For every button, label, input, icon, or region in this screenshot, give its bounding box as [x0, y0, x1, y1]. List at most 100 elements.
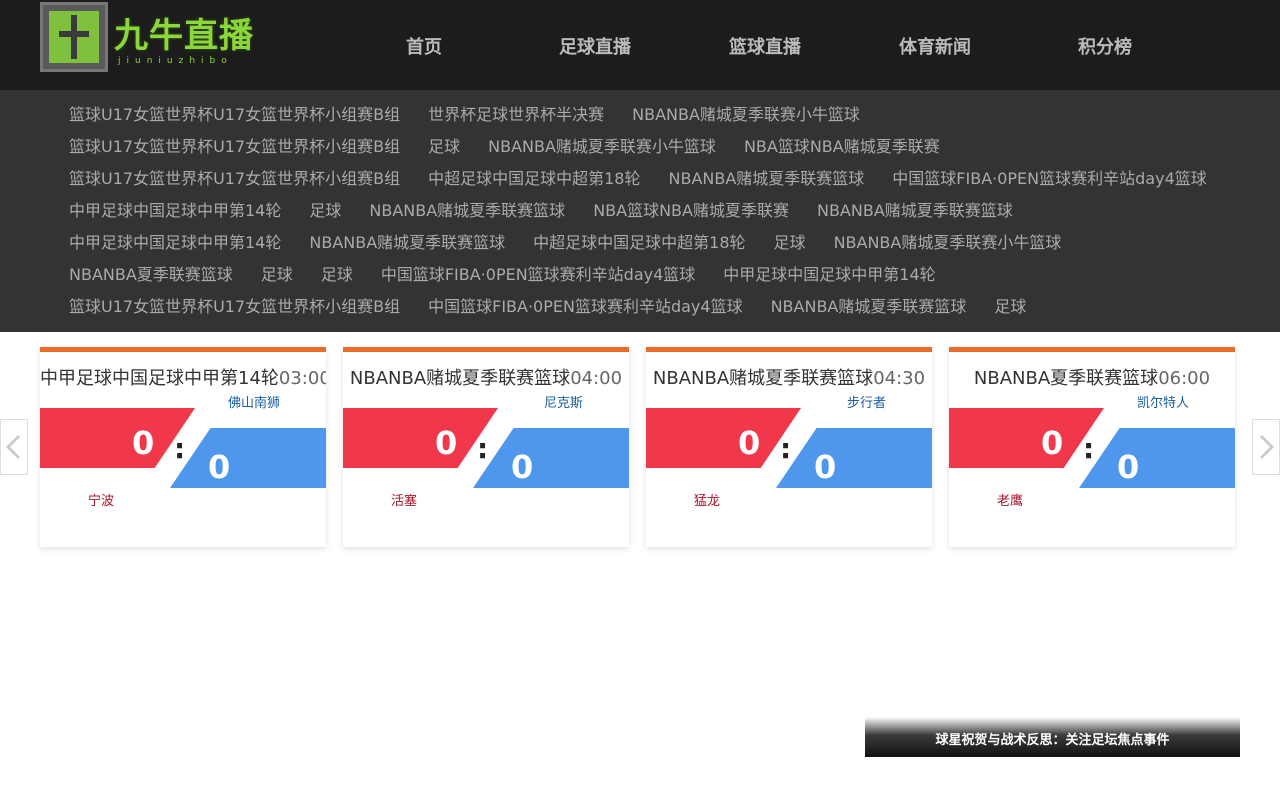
away-team-name: 尼克斯 [543, 396, 583, 411]
tag-link[interactable]: 世界杯足球世界杯半决赛 [428, 99, 604, 131]
logo-icon [40, 2, 108, 72]
nav-home[interactable]: 首页 [406, 33, 442, 59]
tag-link[interactable]: 中甲足球中国足球中甲第14轮 [69, 195, 281, 227]
main-nav: 首页 足球直播 篮球直播 体育新闻 积分榜 [340, 0, 1190, 90]
tag-link[interactable]: NBANBA赌城夏季联赛篮球 [771, 291, 967, 323]
score-separator: : [174, 432, 186, 465]
banner-headline: 球星祝贺与战术反思：关注足坛焦点事件 [935, 733, 1170, 748]
home-score: 0 [738, 424, 761, 462]
home-score-bar [40, 408, 195, 468]
nav-football-live[interactable]: 足球直播 [559, 33, 631, 59]
nav-sports-news[interactable]: 体育新闻 [899, 33, 971, 59]
tag-row: 篮球U17女篮世界杯U17女篮世界杯小组赛B组 足球 NBANBA赌城夏季联赛小牛篮… [69, 131, 968, 163]
tag-row: 篮球U17女篮世界杯U17女篮世界杯小组赛B组 中国篮球FIBA·0PEN篮球赛利… [69, 291, 1054, 323]
match-title: NBANBA赌城夏季联赛篮球04:00 [343, 364, 629, 390]
tag-link[interactable]: NBANBA赌城夏季联赛小牛篮球 [632, 99, 860, 131]
tag-link[interactable]: 中国篮球FIBA·0PEN篮球赛利辛站day4篮球 [892, 163, 1206, 195]
match-league: NBANBA夏季联赛篮球 [973, 368, 1159, 389]
away-team-name: 步行者 [846, 396, 886, 411]
match-league: 中甲足球中国足球中甲第14轮 [40, 368, 279, 389]
match-title: 中甲足球中国足球中甲第14轮03:00 [40, 364, 326, 390]
home-team-name: 老鹰 [997, 494, 1024, 509]
carousel-prev-button[interactable] [0, 419, 28, 475]
news-banner[interactable]: 球星祝贺与战术反思：关注足坛焦点事件 [865, 717, 1240, 757]
match-time: 04:00 [570, 368, 623, 389]
match-time: 04:30 [873, 368, 926, 389]
tag-link[interactable]: NBANBA赌城夏季联赛小牛篮球 [834, 227, 1062, 259]
match-card[interactable]: NBANBA赌城夏季联赛篮球04:30 步行者 0 : 0 猛龙 [646, 347, 932, 547]
match-card[interactable]: NBANBA夏季联赛篮球06:00 凯尔特人 0 : 0 老鹰 [949, 347, 1235, 547]
away-score: 0 [208, 448, 231, 486]
away-team-name: 佛山南狮 [227, 396, 280, 411]
away-score: 0 [511, 448, 534, 486]
match-card[interactable]: NBANBA赌城夏季联赛篮球04:00 尼克斯 0 : 0 活塞 [343, 347, 629, 547]
away-score-bar [776, 428, 932, 488]
tag-link[interactable]: 足球 [428, 131, 460, 163]
tag-link[interactable]: 篮球U17女篮世界杯U17女篮世界杯小组赛B组 [69, 131, 400, 163]
tag-link[interactable]: 足球 [261, 259, 293, 291]
tag-link[interactable]: 足球 [774, 227, 806, 259]
chevron-right-icon [1259, 434, 1275, 460]
tag-link[interactable]: NBA篮球NBA赌城夏季联赛 [593, 195, 789, 227]
away-score: 0 [1117, 448, 1140, 486]
match-league: NBANBA赌城夏季联赛篮球 [652, 368, 874, 389]
home-score-bar [343, 408, 498, 468]
match-league: NBANBA赌城夏季联赛篮球 [349, 368, 571, 389]
tag-link[interactable]: NBA篮球NBA赌城夏季联赛 [744, 131, 940, 163]
match-time: 03:00 [278, 368, 326, 389]
chevron-left-icon [5, 434, 21, 460]
tag-link[interactable]: 篮球U17女篮世界杯U17女篮世界杯小组赛B组 [69, 99, 400, 131]
tag-link[interactable]: 中超足球中国足球中超第18轮 [428, 163, 640, 195]
tag-row: 中甲足球中国足球中甲第14轮 NBANBA赌城夏季联赛篮球 中超足球中国足球中超第1… [69, 227, 1089, 259]
tag-link[interactable]: 中甲足球中国足球中甲第14轮 [69, 227, 281, 259]
tag-link[interactable]: 足球 [309, 195, 341, 227]
tag-row: NBANBA夏季联赛篮球 足球 足球 中国篮球FIBA·0PEN篮球赛利辛站day4篮… [69, 259, 964, 291]
tag-link[interactable]: 足球 [321, 259, 353, 291]
home-score: 0 [435, 424, 458, 462]
away-team-name: 凯尔特人 [1136, 396, 1189, 411]
header: 九牛直播 jiuniuzhibo 首页 足球直播 篮球直播 体育新闻 积分榜 [0, 0, 1280, 90]
home-score: 0 [1041, 424, 1064, 462]
score-separator: : [1083, 432, 1095, 465]
home-score-bar [646, 408, 801, 468]
home-score-bar [949, 408, 1104, 468]
home-team-name: 活塞 [391, 494, 418, 509]
home-team-name: 猛龙 [694, 494, 721, 509]
score-separator: : [477, 432, 489, 465]
match-time: 06:00 [1158, 368, 1211, 389]
tag-link[interactable]: 中超足球中国足球中超第18轮 [533, 227, 745, 259]
tag-link[interactable]: 篮球U17女篮世界杯U17女篮世界杯小组赛B组 [69, 163, 400, 195]
match-title: NBANBA夏季联赛篮球06:00 [949, 364, 1235, 390]
away-score: 0 [814, 448, 837, 486]
tag-link[interactable]: 篮球U17女篮世界杯U17女篮世界杯小组赛B组 [69, 291, 400, 323]
tag-link[interactable]: NBANBA夏季联赛篮球 [69, 259, 233, 291]
away-score-bar [473, 428, 629, 488]
nav-basketball-live[interactable]: 篮球直播 [729, 33, 801, 59]
carousel-next-button[interactable] [1252, 419, 1280, 475]
tag-link[interactable]: NBANBA赌城夏季联赛篮球 [369, 195, 565, 227]
tag-link[interactable]: NBANBA赌城夏季联赛篮球 [309, 227, 505, 259]
site-logo[interactable]: 九牛直播 jiuniuzhibo [40, 2, 280, 74]
away-score-bar [1079, 428, 1235, 488]
away-score-bar [170, 428, 326, 488]
logo-text: 九牛直播 [114, 16, 254, 56]
home-score: 0 [132, 424, 155, 462]
tag-link[interactable]: 足球 [994, 291, 1026, 323]
match-title: NBANBA赌城夏季联赛篮球04:30 [646, 364, 932, 390]
home-team-name: 宁波 [88, 494, 115, 509]
nav-standings[interactable]: 积分榜 [1078, 33, 1132, 59]
tag-link[interactable]: 中甲足球中国足球中甲第14轮 [723, 259, 935, 291]
tag-link[interactable]: NBANBA赌城夏季联赛篮球 [817, 195, 1013, 227]
logo-subtitle: jiuniuzhibo [118, 56, 233, 66]
tag-link[interactable]: 中国篮球FIBA·0PEN篮球赛利辛站day4篮球 [381, 259, 695, 291]
match-carousel: 中甲足球中国足球中甲第14轮03:00 佛山南狮 0 : 0 宁波 NBANBA… [40, 347, 1240, 552]
tag-row: 篮球U17女篮世界杯U17女篮世界杯小组赛B组 世界杯足球世界杯半决赛 NBANBA… [69, 99, 888, 131]
tag-row: 中甲足球中国足球中甲第14轮 足球 NBANBA赌城夏季联赛篮球 NBA篮球NBA赌城… [69, 195, 1041, 227]
tag-row: 篮球U17女篮世界杯U17女篮世界杯小组赛B组 中超足球中国足球中超第18轮 NBA… [69, 163, 1235, 195]
tag-link[interactable]: NBANBA赌城夏季联赛篮球 [669, 163, 865, 195]
match-card[interactable]: 中甲足球中国足球中甲第14轮03:00 佛山南狮 0 : 0 宁波 [40, 347, 326, 547]
tag-cloud: 篮球U17女篮世界杯U17女篮世界杯小组赛B组 世界杯足球世界杯半决赛 NBANBA… [0, 90, 1280, 332]
score-separator: : [780, 432, 792, 465]
tag-link[interactable]: 中国篮球FIBA·0PEN篮球赛利辛站day4篮球 [428, 291, 742, 323]
tag-link[interactable]: NBANBA赌城夏季联赛小牛篮球 [488, 131, 716, 163]
